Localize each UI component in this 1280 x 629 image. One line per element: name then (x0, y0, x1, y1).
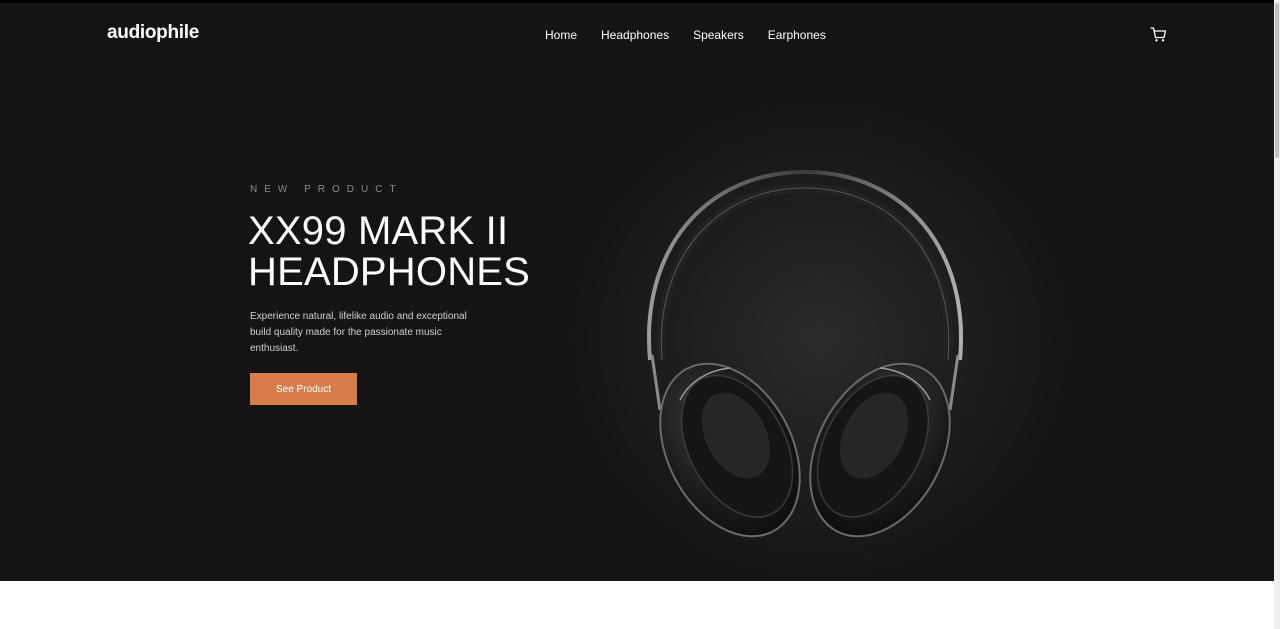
nav-headphones[interactable]: Headphones (601, 27, 669, 43)
hero-title-line1: XX99 MARK II (248, 209, 509, 253)
new-product-label: NEW PRODUCT (250, 184, 403, 195)
page-scrollbar[interactable] (1274, 0, 1280, 629)
hero-title-line2: HEADPHONES (248, 250, 531, 294)
nav-earphones[interactable]: Earphones (768, 27, 826, 43)
site-logo[interactable]: audiophile (107, 22, 199, 44)
nav-home[interactable]: Home (545, 27, 577, 43)
nav-speakers[interactable]: Speakers (693, 27, 744, 43)
hero-description: Experience natural, lifelike audio and e… (250, 311, 467, 354)
page: audiophile Home Headphones Speakers Earp… (0, 0, 1280, 629)
main-nav: Home Headphones Speakers Earphones (545, 27, 850, 43)
headphones-image (647, 169, 963, 538)
see-product-button[interactable]: See Product (250, 373, 357, 405)
cart-icon[interactable] (1150, 26, 1167, 43)
scrollbar-thumb[interactable] (1275, 3, 1279, 158)
hero-section: audiophile Home Headphones Speakers Earp… (0, 0, 1274, 581)
hero-title: XX99 MARK II HEADPHONES (248, 211, 588, 293)
